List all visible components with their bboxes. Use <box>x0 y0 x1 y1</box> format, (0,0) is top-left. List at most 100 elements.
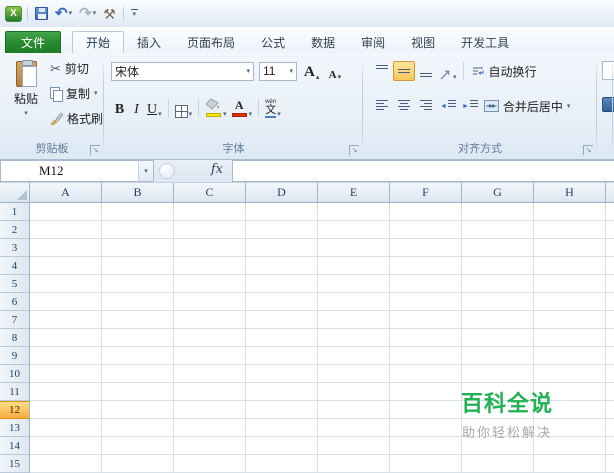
tab-file[interactable]: 文件 <box>5 31 62 53</box>
cell-B9[interactable] <box>102 347 174 365</box>
column-header-C[interactable]: C <box>174 183 246 203</box>
cell-E6[interactable] <box>318 293 390 311</box>
cell-C7[interactable] <box>174 311 246 329</box>
cell-G3[interactable] <box>462 239 534 257</box>
cell-D4[interactable] <box>246 257 318 275</box>
cell-partial-2[interactable] <box>606 221 614 239</box>
cell-E4[interactable] <box>318 257 390 275</box>
row-header-13[interactable]: 13 <box>0 419 30 437</box>
font-color-dropdown-caret[interactable]: ▾ <box>249 111 253 118</box>
save-button[interactable] <box>33 6 50 21</box>
cell-E7[interactable] <box>318 311 390 329</box>
select-all-button[interactable] <box>0 183 30 203</box>
cell-H15[interactable] <box>534 455 606 473</box>
cell-B8[interactable] <box>102 329 174 347</box>
row-header-6[interactable]: 6 <box>0 293 30 311</box>
column-header-E[interactable]: E <box>318 183 390 203</box>
row-header-2[interactable]: 2 <box>0 221 30 239</box>
align-middle-button[interactable] <box>393 61 415 81</box>
row-header-3[interactable]: 3 <box>0 239 30 257</box>
cell-D12[interactable] <box>246 401 318 419</box>
column-header-partial[interactable] <box>606 183 614 203</box>
cell-D13[interactable] <box>246 419 318 437</box>
cell-B3[interactable] <box>102 239 174 257</box>
row-header-14[interactable]: 14 <box>0 437 30 455</box>
cell-partial-10[interactable] <box>606 365 614 383</box>
cell-C3[interactable] <box>174 239 246 257</box>
underline-dropdown-caret[interactable]: ▾ <box>158 111 162 118</box>
cell-F10[interactable] <box>390 365 462 383</box>
tab-developer[interactable]: 开发工具 <box>448 31 522 53</box>
font-name-combobox[interactable]: 宋体 ▾ <box>111 61 254 81</box>
cell-B1[interactable] <box>102 203 174 221</box>
row-header-10[interactable]: 10 <box>0 365 30 383</box>
tab-review[interactable]: 审阅 <box>348 31 398 53</box>
cell-H6[interactable] <box>534 293 606 311</box>
cell-B5[interactable] <box>102 275 174 293</box>
increase-indent-button[interactable]: ► <box>459 96 481 116</box>
cell-D11[interactable] <box>246 383 318 401</box>
tab-page-layout[interactable]: 页面布局 <box>174 31 248 53</box>
cell-E1[interactable] <box>318 203 390 221</box>
cell-F3[interactable] <box>390 239 462 257</box>
name-box-dropdown[interactable]: ▾ <box>138 160 154 182</box>
cell-B10[interactable] <box>102 365 174 383</box>
italic-button[interactable]: I <box>128 98 145 118</box>
cell-H3[interactable] <box>534 239 606 257</box>
cell-E2[interactable] <box>318 221 390 239</box>
tab-home[interactable]: 开始 <box>72 31 125 53</box>
cell-partial-5[interactable] <box>606 275 614 293</box>
cell-F2[interactable] <box>390 221 462 239</box>
cell-H9[interactable] <box>534 347 606 365</box>
tab-insert[interactable]: 插入 <box>124 31 174 53</box>
cell-C4[interactable] <box>174 257 246 275</box>
cell-A13[interactable] <box>30 419 102 437</box>
column-header-H[interactable]: H <box>534 183 606 203</box>
cell-G15[interactable] <box>462 455 534 473</box>
cell-D10[interactable] <box>246 365 318 383</box>
format-painter-button[interactable]: 格式刷 <box>48 106 105 131</box>
cell-G7[interactable] <box>462 311 534 329</box>
cell-B14[interactable] <box>102 437 174 455</box>
formula-bar-round-button[interactable] <box>159 163 175 179</box>
cell-B6[interactable] <box>102 293 174 311</box>
tab-view[interactable]: 视图 <box>398 31 448 53</box>
cell-C15[interactable] <box>174 455 246 473</box>
orientation-button[interactable]: ▾ <box>437 61 459 81</box>
cell-partial-9[interactable] <box>606 347 614 365</box>
cell-D8[interactable] <box>246 329 318 347</box>
cell-D7[interactable] <box>246 311 318 329</box>
cell-E3[interactable] <box>318 239 390 257</box>
cell-D2[interactable] <box>246 221 318 239</box>
cell-A10[interactable] <box>30 365 102 383</box>
cell-G6[interactable] <box>462 293 534 311</box>
insert-function-button[interactable]: fx <box>211 162 223 177</box>
cell-A4[interactable] <box>30 257 102 275</box>
cell-C12[interactable] <box>174 401 246 419</box>
decrease-indent-button[interactable]: ◄ <box>437 96 459 116</box>
cell-partial-13[interactable] <box>606 419 614 437</box>
merge-center-button[interactable]: 合并后居中 ▾ <box>481 95 574 117</box>
cell-B7[interactable] <box>102 311 174 329</box>
cell-G10[interactable] <box>462 365 534 383</box>
cell-A15[interactable] <box>30 455 102 473</box>
align-right-button[interactable] <box>415 96 437 116</box>
cell-E9[interactable] <box>318 347 390 365</box>
cell-G5[interactable] <box>462 275 534 293</box>
redo-button[interactable]: ↷ ▾ <box>77 5 98 22</box>
cell-H10[interactable] <box>534 365 606 383</box>
cell-G9[interactable] <box>462 347 534 365</box>
underline-button[interactable]: U ▾ <box>145 98 164 118</box>
cell-partial-14[interactable] <box>606 437 614 455</box>
cell-G8[interactable] <box>462 329 534 347</box>
tab-formulas[interactable]: 公式 <box>248 31 298 53</box>
clipboard-dialog-launcher[interactable]: ↘ <box>90 145 100 155</box>
column-header-G[interactable]: G <box>462 183 534 203</box>
copy-button[interactable]: 复制 ▾ <box>48 81 105 106</box>
cell-partial-3[interactable] <box>606 239 614 257</box>
cell-H8[interactable] <box>534 329 606 347</box>
cell-F8[interactable] <box>390 329 462 347</box>
cell-G4[interactable] <box>462 257 534 275</box>
cut-button[interactable]: ✂ 剪切 <box>48 56 105 81</box>
cell-F7[interactable] <box>390 311 462 329</box>
